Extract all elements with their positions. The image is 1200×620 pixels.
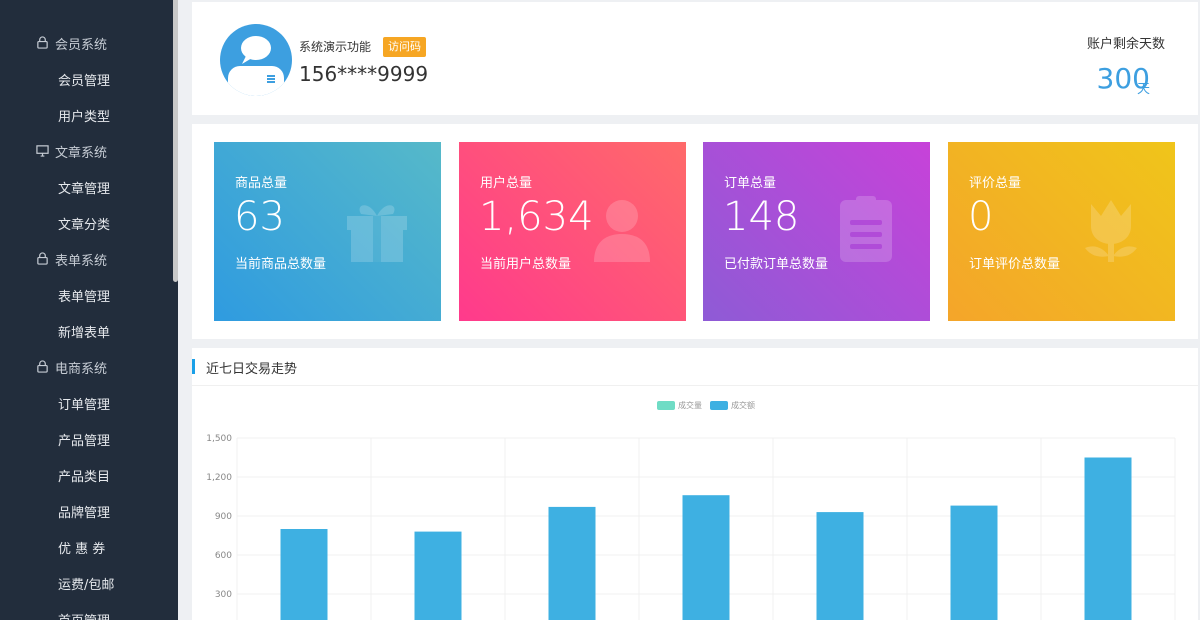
sidebar-item-label: 表单管理 (58, 289, 111, 305)
sidebar-item-label: 表单系统 (55, 253, 108, 269)
stat-value: 0 (968, 194, 994, 240)
sidebar-item[interactable]: 文章管理 (58, 169, 110, 205)
sidebar-item[interactable]: 产品类目 (58, 457, 110, 493)
bar (816, 512, 864, 620)
sidebar-item[interactable]: 优 惠 券 (58, 529, 105, 565)
sidebar-item-label: 会员管理 (58, 73, 111, 89)
stat-desc: 当前商品总数量 (235, 257, 327, 272)
stat-desc: 订单评价总数量 (969, 257, 1061, 272)
lock-icon (36, 252, 50, 266)
trend-bar-chart: 300 600 900 1,200 1,500 成交量 成交额 (206, 400, 1176, 620)
lock-icon (36, 360, 50, 374)
y-tick-label: 1,500 (206, 434, 232, 444)
bar (950, 505, 998, 620)
bar (414, 531, 462, 620)
stat-desc: 已付款订单总数量 (724, 257, 829, 272)
sidebar-item-label: 文章管理 (58, 181, 111, 197)
demo-label: 系统演示功能 (299, 40, 372, 54)
stat-card-orders[interactable]: 订单总量 148 已付款订单总数量 (703, 142, 930, 321)
sidebar-item-label: 电商系统 (55, 361, 108, 377)
sidebar-group[interactable]: 文章系统 (36, 133, 107, 169)
sidebar: 会员系统会员管理用户类型文章系统文章管理文章分类表单系统表单管理新增表单电商系统… (0, 0, 178, 620)
tulip-icon (1085, 200, 1137, 262)
stat-value: 148 (723, 194, 800, 240)
sidebar-item-label: 运费/包邮 (58, 577, 115, 593)
sidebar-group[interactable]: 会员系统 (36, 25, 107, 61)
remaining-days-unit: 天 (1136, 82, 1150, 97)
sidebar-item-label: 文章系统 (55, 145, 108, 161)
legend-label: 成交额 (731, 400, 755, 410)
legend-swatch (710, 401, 728, 410)
y-tick-label: 900 (215, 512, 232, 522)
stat-card-reviews[interactable]: 评价总量 0 订单评价总数量 (948, 142, 1175, 321)
sidebar-item[interactable]: 表单管理 (58, 277, 110, 313)
chat-avatar-icon (228, 36, 284, 96)
sidebar-item[interactable]: 运费/包邮 (58, 565, 114, 601)
sidebar-item-label: 文章分类 (58, 217, 111, 233)
y-tick-label: 600 (215, 551, 232, 561)
gift-icon (347, 205, 407, 262)
sidebar-item-label: 品牌管理 (58, 505, 111, 521)
y-tick-label: 1,200 (206, 473, 232, 483)
sidebar-item[interactable]: 首页管理 (58, 601, 110, 620)
stat-card-users[interactable]: 用户总量 1,634 当前用户总数量 (459, 142, 686, 321)
stat-value: 1,634 (479, 194, 594, 240)
sidebar-item[interactable]: 文章分类 (58, 205, 110, 241)
sidebar-item-label: 新增表单 (58, 325, 111, 341)
trend-chart-panel: 近七日交易走势 300 600 900 1,200 1,500 成交量 成交额 (192, 348, 1198, 620)
sidebar-item[interactable]: 品牌管理 (58, 493, 110, 529)
access-code-badge[interactable]: 访问码 (383, 37, 426, 57)
sidebar-item[interactable]: 订单管理 (58, 385, 110, 421)
sidebar-item-label: 会员系统 (55, 37, 108, 53)
user-icon (594, 200, 650, 262)
clipboard-icon (840, 196, 892, 262)
stat-title: 评价总量 (969, 176, 1022, 191)
sidebar-item-label: 产品类目 (58, 469, 111, 485)
sidebar-item-label: 订单管理 (58, 397, 111, 413)
sidebar-item-label: 产品管理 (58, 433, 111, 449)
sidebar-group[interactable]: 电商系统 (36, 349, 107, 385)
account-phone: 156****9999 (299, 62, 429, 86)
bar (548, 506, 596, 620)
stat-title: 用户总量 (480, 176, 533, 191)
bar (1084, 457, 1132, 620)
y-tick-label: 300 (215, 590, 232, 600)
sidebar-item-label: 优 惠 券 (58, 541, 106, 557)
legend-label: 成交量 (678, 400, 702, 410)
sidebar-item[interactable]: 新增表单 (58, 313, 110, 349)
account-card: 系统演示功能 访问码 156****9999 账户剩余天数 300 天 (192, 2, 1198, 115)
bar (682, 495, 730, 620)
legend-swatch (657, 401, 675, 410)
stat-title: 商品总量 (235, 176, 288, 191)
stat-card-products[interactable]: 商品总量 63 当前商品总数量 (214, 142, 441, 321)
sidebar-item-label: 用户类型 (58, 109, 111, 125)
sidebar-item[interactable]: 产品管理 (58, 421, 110, 457)
sidebar-scrollbar[interactable] (173, 0, 178, 282)
stat-value: 63 (234, 194, 285, 240)
stat-desc: 当前用户总数量 (480, 257, 572, 272)
stats-panel: 商品总量 63 当前商品总数量 用户总量 1,634 当前用户总数量 订单总量 … (192, 124, 1198, 339)
bar (280, 529, 328, 620)
remaining-days-label: 账户剩余天数 (1086, 37, 1165, 52)
sidebar-group[interactable]: 表单系统 (36, 241, 107, 277)
monitor-icon (36, 144, 50, 158)
sidebar-item[interactable]: 会员管理 (58, 61, 110, 97)
sidebar-item-label: 首页管理 (58, 610, 110, 620)
avatar (220, 24, 292, 96)
sidebar-item[interactable]: 用户类型 (58, 97, 110, 133)
stat-title: 订单总量 (724, 176, 777, 191)
lock-icon (36, 36, 50, 50)
